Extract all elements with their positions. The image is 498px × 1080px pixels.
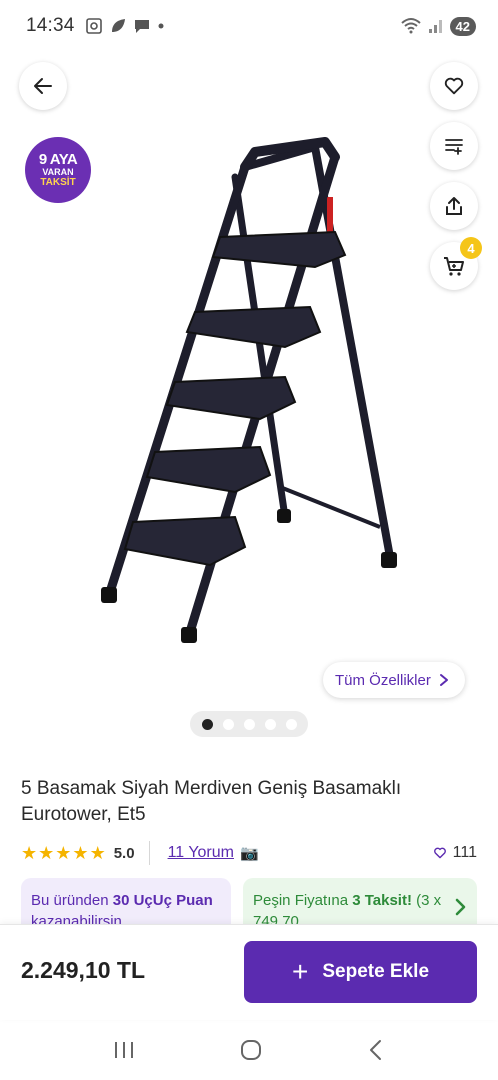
product-gallery[interactable]: 9 AYA VARAN TAKSİT 4 Tüm Özellikler — [0, 52, 498, 742]
camera-icon: 📷 — [239, 845, 259, 862]
back-arrow-icon — [34, 78, 52, 94]
status-bar: 14:34 42 — [0, 0, 498, 52]
wifi-icon — [400, 18, 421, 34]
cart-button[interactable]: 4 — [430, 237, 482, 290]
star-icon: ★ — [55, 843, 72, 863]
star-icon: ★ — [89, 843, 106, 863]
image-pagination[interactable] — [190, 711, 308, 737]
chevron-right-icon — [439, 674, 448, 686]
add-to-list-button[interactable] — [430, 122, 478, 170]
plus-icon: + — [291, 956, 309, 987]
all-features-button[interactable]: Tüm Özellikler — [323, 662, 465, 698]
product-title: 5 Basamak Siyah Merdiven Geniş Basamaklı… — [21, 778, 402, 825]
battery-indicator: 42 — [449, 16, 476, 36]
product-image — [101, 137, 397, 643]
bottom-purchase-bar: 2.249,10 TL + Sepete Ekle — [0, 924, 498, 1020]
recents-icon[interactable] — [112, 1039, 136, 1061]
star-icon: ★ — [38, 843, 55, 863]
points-card[interactable]: Bu üründen 30 UçUç Puan kazanabilirsin — [21, 878, 231, 924]
info-cards: Bu üründen 30 UçUç Puan kazanabilirsin P… — [21, 878, 477, 924]
home-icon[interactable] — [239, 1038, 263, 1062]
pagination-dot[interactable] — [222, 718, 234, 730]
favorites-count[interactable]: 111 — [433, 844, 477, 862]
notification-icons — [85, 17, 165, 35]
rating-row: ★ ★ ★ ★ ★ 5.0 11 Yorum 📷 111 — [21, 840, 477, 866]
chevron-right-icon — [455, 898, 466, 916]
cart-icon — [444, 257, 464, 276]
star-icon: ★ — [21, 843, 38, 863]
system-nav-bar — [0, 1020, 498, 1080]
rating-stars: ★ ★ ★ ★ ★ — [21, 844, 106, 862]
share-button[interactable] — [430, 182, 478, 230]
add-to-cart-button[interactable]: + Sepete Ekle — [244, 941, 477, 1003]
rating-value: 5.0 — [113, 844, 135, 862]
reviews-link[interactable]: 11 Yorum — [168, 844, 234, 862]
share-icon — [446, 197, 462, 215]
star-icon: ★ — [72, 843, 89, 863]
all-features-label: Tüm Özellikler — [335, 671, 431, 689]
favorite-button[interactable] — [430, 62, 478, 110]
cart-count-badge: 4 — [460, 237, 482, 259]
badge-line-2: VARAN — [42, 167, 74, 177]
signal-icon — [428, 20, 442, 33]
back-button[interactable] — [19, 62, 67, 110]
price: 2.249,10 TL — [21, 957, 146, 983]
badge-line-1: 9 AYA — [38, 151, 78, 168]
screenshot-icon — [85, 18, 102, 34]
points-text-bold: 30 UçUç Puan — [112, 892, 213, 909]
chat-icon — [134, 20, 149, 33]
back-nav-icon[interactable] — [366, 1038, 386, 1062]
pagination-dot[interactable] — [243, 718, 255, 730]
badge-line-3: TAKSİT — [40, 177, 76, 188]
add-to-cart-label: Sepete Ekle — [322, 961, 430, 982]
installment-badge: 9 AYA VARAN TAKSİT — [25, 137, 91, 203]
filter-add-icon — [445, 139, 463, 155]
dot-icon — [158, 23, 164, 29]
installment-text-pre: Peşin Fiyatına — [253, 892, 353, 909]
installment-text-bold: 3 Taksit! — [352, 892, 412, 909]
heart-outline-icon — [433, 847, 446, 859]
divider — [148, 841, 150, 865]
pagination-dot-active[interactable] — [201, 718, 213, 730]
points-text-pre: Bu üründen — [31, 892, 113, 909]
likes-value: 111 — [452, 844, 477, 861]
installment-card[interactable]: Peşin Fiyatına 3 Taksit! (3 x 749,70 — [243, 878, 477, 924]
leaf-icon — [111, 19, 125, 32]
heart-icon — [444, 77, 464, 95]
pagination-dot[interactable] — [285, 718, 297, 730]
status-time: 14:34 — [26, 15, 75, 36]
points-text-post: kazanabilirsin — [31, 913, 122, 924]
status-right: 42 — [400, 16, 476, 36]
pagination-dot[interactable] — [264, 718, 276, 730]
